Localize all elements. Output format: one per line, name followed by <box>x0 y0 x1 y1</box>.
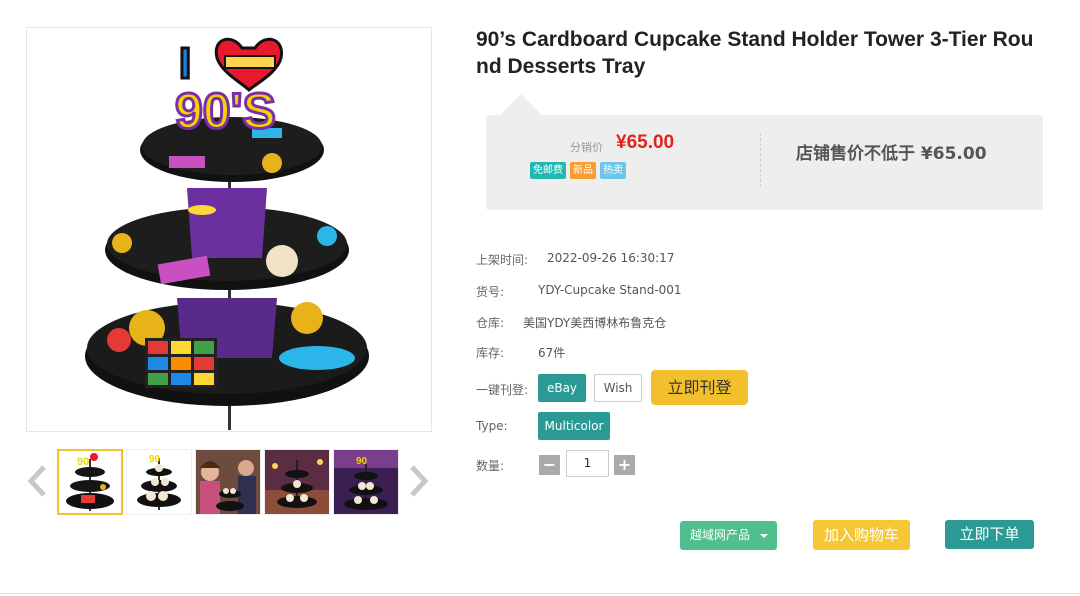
stock-value: 67件 <box>538 346 566 360</box>
distribution-price: ¥65.00 <box>616 132 675 153</box>
new-badge: 新品 <box>570 162 596 179</box>
party-photo-thumbnail <box>196 450 260 514</box>
listed-time-row: 上架时间: 2022-09-26 16:30:17 <box>476 251 674 268</box>
price-divider <box>760 133 761 187</box>
svg-text:90: 90 <box>77 456 89 468</box>
quantity-decrease-button[interactable]: − <box>539 455 560 475</box>
sku-value: YDY-Cupcake Stand-001 <box>538 283 682 297</box>
svg-text:90: 90 <box>149 454 161 465</box>
sku-row: 货号: YDY-Cupcake Stand-001 <box>476 283 682 300</box>
thumbnail-5[interactable]: 90 <box>333 449 399 515</box>
stock-row: 库存: 67件 <box>476 344 565 361</box>
topper-i-text: I <box>179 39 191 88</box>
bottom-divider <box>0 593 1080 594</box>
thumbnail-2[interactable]: 90 <box>126 449 192 515</box>
listed-time-value: 2022-09-26 16:30:17 <box>547 251 675 265</box>
quantity-label: 数量: <box>476 459 505 473</box>
cross-border-product-dropdown[interactable]: 越域网产品 <box>680 521 777 550</box>
thumbnail-4[interactable] <box>264 449 330 515</box>
product-title: 90’s Cardboard Cupcake Stand Holder Towe… <box>476 28 1034 78</box>
price-box-notch <box>499 94 543 116</box>
thumbnail-1[interactable]: 90 <box>57 449 123 515</box>
chevron-right-icon <box>410 465 429 497</box>
quantity-increase-button[interactable]: + <box>614 455 635 475</box>
platform-wish-button[interactable]: Wish <box>594 374 642 402</box>
one-click-list-label: 一键刊登: <box>476 383 529 397</box>
cupcake-stand-image: I 90'S <box>85 38 369 430</box>
svg-text:90: 90 <box>356 456 368 467</box>
caret-down-icon <box>760 534 768 538</box>
product-tags: 免邮费 新品 热卖 <box>530 162 626 179</box>
type-option-multicolor[interactable]: Multicolor <box>538 412 610 440</box>
topper-90s-text: 90'S <box>175 83 276 139</box>
party-photo-thumbnail <box>265 450 329 514</box>
store-min-price: 店铺售价不低于 ¥65.00 <box>796 144 987 164</box>
warehouse-row: 仓库: 美国YDY美西博林布鲁克仓 <box>476 314 666 331</box>
quantity-input[interactable]: 1 <box>566 450 609 477</box>
cross-border-label: 越域网产品 <box>690 528 751 542</box>
list-now-button[interactable]: 立即刊登 <box>651 370 748 405</box>
cupcake-stand-thumbnail: 90 <box>66 453 114 511</box>
hot-sale-badge: 热卖 <box>600 162 626 179</box>
platform-ebay-button[interactable]: eBay <box>538 374 586 402</box>
buy-now-button[interactable]: 立即下单 <box>945 520 1034 549</box>
thumbnail-prev-button[interactable] <box>26 463 48 499</box>
thumbnail-strip: 90 90 90 <box>26 447 436 517</box>
listed-time-label: 上架时间: <box>476 253 529 267</box>
party-photo-thumbnail: 90 <box>334 450 398 514</box>
product-main-image: I 90'S <box>26 27 432 432</box>
warehouse-value: 美国YDY美西博林布鲁克仓 <box>523 316 667 330</box>
warehouse-label: 仓库: <box>476 316 505 330</box>
thumbnail-3[interactable] <box>195 449 261 515</box>
price-box: 分销价 ¥65.00 免邮费 新品 热卖 店铺售价不低于 ¥65.00 <box>486 115 1043 210</box>
cupcake-stand-white-thumbnail: 90 <box>127 450 191 514</box>
type-label: Type: <box>476 419 508 433</box>
stock-label: 库存: <box>476 346 505 360</box>
thumbnail-next-button[interactable] <box>408 463 430 499</box>
add-to-cart-button[interactable]: 加入购物车 <box>813 520 910 550</box>
free-shipping-badge: 免邮费 <box>530 162 566 179</box>
distribution-price-label: 分销价 <box>570 141 603 154</box>
sku-label: 货号: <box>476 285 505 299</box>
chevron-left-icon <box>27 465 46 497</box>
